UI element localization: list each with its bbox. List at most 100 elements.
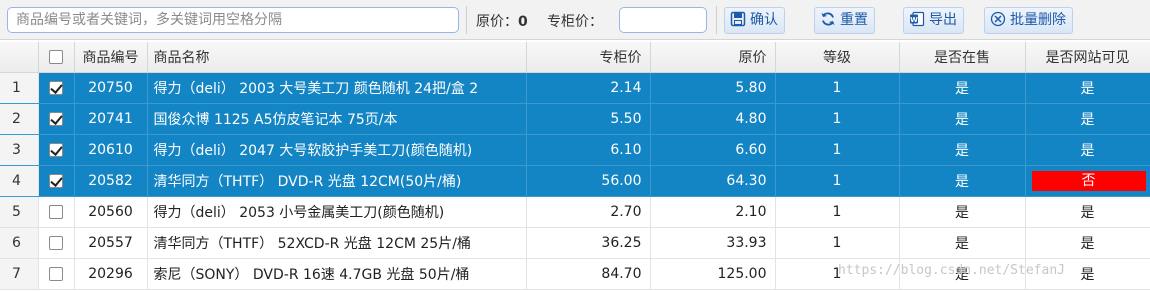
cell-counter-price: 2.14 bbox=[526, 72, 651, 104]
header-level[interactable]: 等级 bbox=[775, 42, 900, 73]
counter-price-input[interactable] bbox=[619, 7, 707, 33]
row-select-cell[interactable] bbox=[38, 134, 75, 166]
cell-original-price: 6.60 bbox=[650, 134, 776, 166]
row-select-cell[interactable] bbox=[38, 196, 75, 228]
row-select-cell[interactable] bbox=[38, 72, 75, 104]
cell-level: 1 bbox=[775, 165, 900, 197]
svg-text:W: W bbox=[910, 16, 918, 24]
cell-original-price: 2.10 bbox=[650, 196, 776, 228]
reset-button-label: 重置 bbox=[840, 12, 868, 28]
row-checkbox[interactable] bbox=[49, 204, 63, 219]
cell-on-sale: 是 bbox=[899, 72, 1026, 104]
cell-level: 1 bbox=[775, 196, 900, 228]
table-row[interactable]: 2 20741 国俊众博 1125 A5仿皮笔记本 75页/本 5.50 4.80 1 是是 bbox=[0, 103, 1150, 135]
cell-code: 20741 bbox=[74, 103, 148, 135]
table-row[interactable]: 7 20296 索尼（SONY） DVD-R 16速 4.7GB 光盘 50片/桶 8… bbox=[0, 258, 1150, 290]
cell-level: 1 bbox=[775, 72, 900, 104]
cell-code: 20582 bbox=[74, 165, 148, 197]
reset-button[interactable]: 重置 bbox=[814, 7, 875, 34]
row-number: 2 bbox=[0, 103, 39, 135]
row-number: 7 bbox=[0, 258, 39, 290]
original-price-label: 原价：0 bbox=[476, 14, 528, 30]
cell-site-visible: 否 bbox=[1025, 165, 1150, 197]
header-select-all[interactable] bbox=[38, 42, 75, 73]
select-all-checkbox[interactable] bbox=[49, 49, 63, 64]
row-checkbox[interactable] bbox=[49, 80, 63, 95]
search-input[interactable] bbox=[7, 7, 459, 33]
table-row[interactable]: 1 20750 得力（deli） 2003 大号美工刀 颜色随机 24把/盒 2 2.… bbox=[0, 72, 1150, 104]
row-checkbox[interactable] bbox=[49, 173, 63, 188]
cell-site-visible: 是 bbox=[1025, 196, 1150, 228]
row-select-cell[interactable] bbox=[38, 165, 75, 197]
export-button[interactable]: W 导出 bbox=[903, 7, 964, 34]
row-select-cell[interactable] bbox=[38, 258, 75, 290]
header-rownum bbox=[0, 42, 39, 73]
row-checkbox[interactable] bbox=[49, 142, 63, 157]
cell-name: 清华同方（THTF） DVD-R 光盘 12CM(50片/桶) bbox=[147, 165, 527, 197]
row-number: 1 bbox=[0, 72, 39, 104]
cell-name: 得力（deli） 2053 小号金属美工刀(颜色随机) bbox=[147, 196, 527, 228]
header-counter-price[interactable]: 专柜价 bbox=[526, 42, 651, 73]
table-row[interactable]: 4 20582 清华同方（THTF） DVD-R 光盘 12CM(50片/桶) 56.… bbox=[0, 165, 1150, 197]
batch-delete-button[interactable]: 批量删除 bbox=[984, 7, 1073, 34]
batch-delete-button-label: 批量删除 bbox=[1010, 12, 1066, 28]
cell-original-price: 64.30 bbox=[650, 165, 776, 197]
row-checkbox[interactable] bbox=[49, 111, 63, 126]
header-on-sale[interactable]: 是否在售 bbox=[899, 42, 1026, 73]
refresh-icon bbox=[821, 12, 835, 26]
delete-icon bbox=[990, 11, 1006, 27]
cell-name: 索尼（SONY） DVD-R 16速 4.7GB 光盘 50片/桶 bbox=[147, 258, 527, 290]
cell-code: 20296 bbox=[74, 258, 148, 290]
cell-on-sale: 是 bbox=[899, 165, 1026, 197]
counter-price-label: 专柜价： bbox=[547, 14, 603, 30]
cell-counter-price: 6.10 bbox=[526, 134, 651, 166]
cell-level: 1 bbox=[775, 134, 900, 166]
product-grid: 商品编号 商品名称 专柜价 原价 等级 是否在售 是否网站可见 1 20750 得力… bbox=[0, 42, 1150, 290]
cell-original-price: 5.80 bbox=[650, 72, 776, 104]
row-select-cell[interactable] bbox=[38, 227, 75, 259]
row-number: 5 bbox=[0, 196, 39, 228]
cell-original-price: 33.93 bbox=[650, 227, 776, 259]
row-number: 3 bbox=[0, 134, 39, 166]
header-site-visible[interactable]: 是否网站可见 bbox=[1025, 42, 1150, 73]
cell-original-price: 125.00 bbox=[650, 258, 776, 290]
cell-level: 1 bbox=[775, 103, 900, 135]
table-row[interactable]: 6 20557 清华同方（THTF） 52XCD-R 光盘 12CM 25片/桶 36… bbox=[0, 227, 1150, 259]
header-code[interactable]: 商品编号 bbox=[74, 42, 148, 73]
cell-on-sale: 是 bbox=[899, 258, 1026, 290]
cell-on-sale: 是 bbox=[899, 103, 1026, 135]
original-price-value: 0 bbox=[518, 14, 528, 30]
header-original-price[interactable]: 原价 bbox=[650, 42, 776, 73]
cell-site-visible: 是 bbox=[1025, 72, 1150, 104]
cell-site-visible: 是 bbox=[1025, 103, 1150, 135]
row-checkbox[interactable] bbox=[49, 235, 63, 250]
cell-site-visible: 是 bbox=[1025, 227, 1150, 259]
cell-counter-price: 5.50 bbox=[526, 103, 651, 135]
toolbar-divider bbox=[716, 6, 717, 34]
confirm-button[interactable]: 确认 bbox=[724, 7, 785, 34]
table-row[interactable]: 3 20610 得力（deli） 2047 大号软胶护手美工刀(颜色随机) 6.10 6… bbox=[0, 134, 1150, 166]
cell-name: 清华同方（THTF） 52XCD-R 光盘 12CM 25片/桶 bbox=[147, 227, 527, 259]
cell-name: 国俊众博 1125 A5仿皮笔记本 75页/本 bbox=[147, 103, 527, 135]
confirm-icon bbox=[730, 11, 746, 27]
row-checkbox[interactable] bbox=[49, 266, 63, 281]
export-icon: W bbox=[910, 11, 925, 27]
row-select-cell[interactable] bbox=[38, 103, 75, 135]
row-number: 6 bbox=[0, 227, 39, 259]
cell-code: 20610 bbox=[74, 134, 148, 166]
cell-counter-price: 2.70 bbox=[526, 196, 651, 228]
cell-original-price: 4.80 bbox=[650, 103, 776, 135]
cell-code: 20750 bbox=[74, 72, 148, 104]
cell-on-sale: 是 bbox=[899, 196, 1026, 228]
cell-on-sale: 是 bbox=[899, 227, 1026, 259]
cell-counter-price: 56.00 bbox=[526, 165, 651, 197]
table-row[interactable]: 5 20560 得力（deli） 2053 小号金属美工刀(颜色随机) 2.70 2.1… bbox=[0, 196, 1150, 228]
header-name[interactable]: 商品名称 bbox=[147, 42, 527, 73]
cell-on-sale: 是 bbox=[899, 134, 1026, 166]
confirm-button-label: 确认 bbox=[750, 12, 778, 28]
cell-counter-price: 36.25 bbox=[526, 227, 651, 259]
cell-code: 20560 bbox=[74, 196, 148, 228]
toolbar: 原价：0 专柜价： 确认 重置 W 导出 批量删除 bbox=[0, 0, 1150, 40]
cell-name: 得力（deli） 2047 大号软胶护手美工刀(颜色随机) bbox=[147, 134, 527, 166]
toolbar-divider bbox=[466, 6, 467, 34]
